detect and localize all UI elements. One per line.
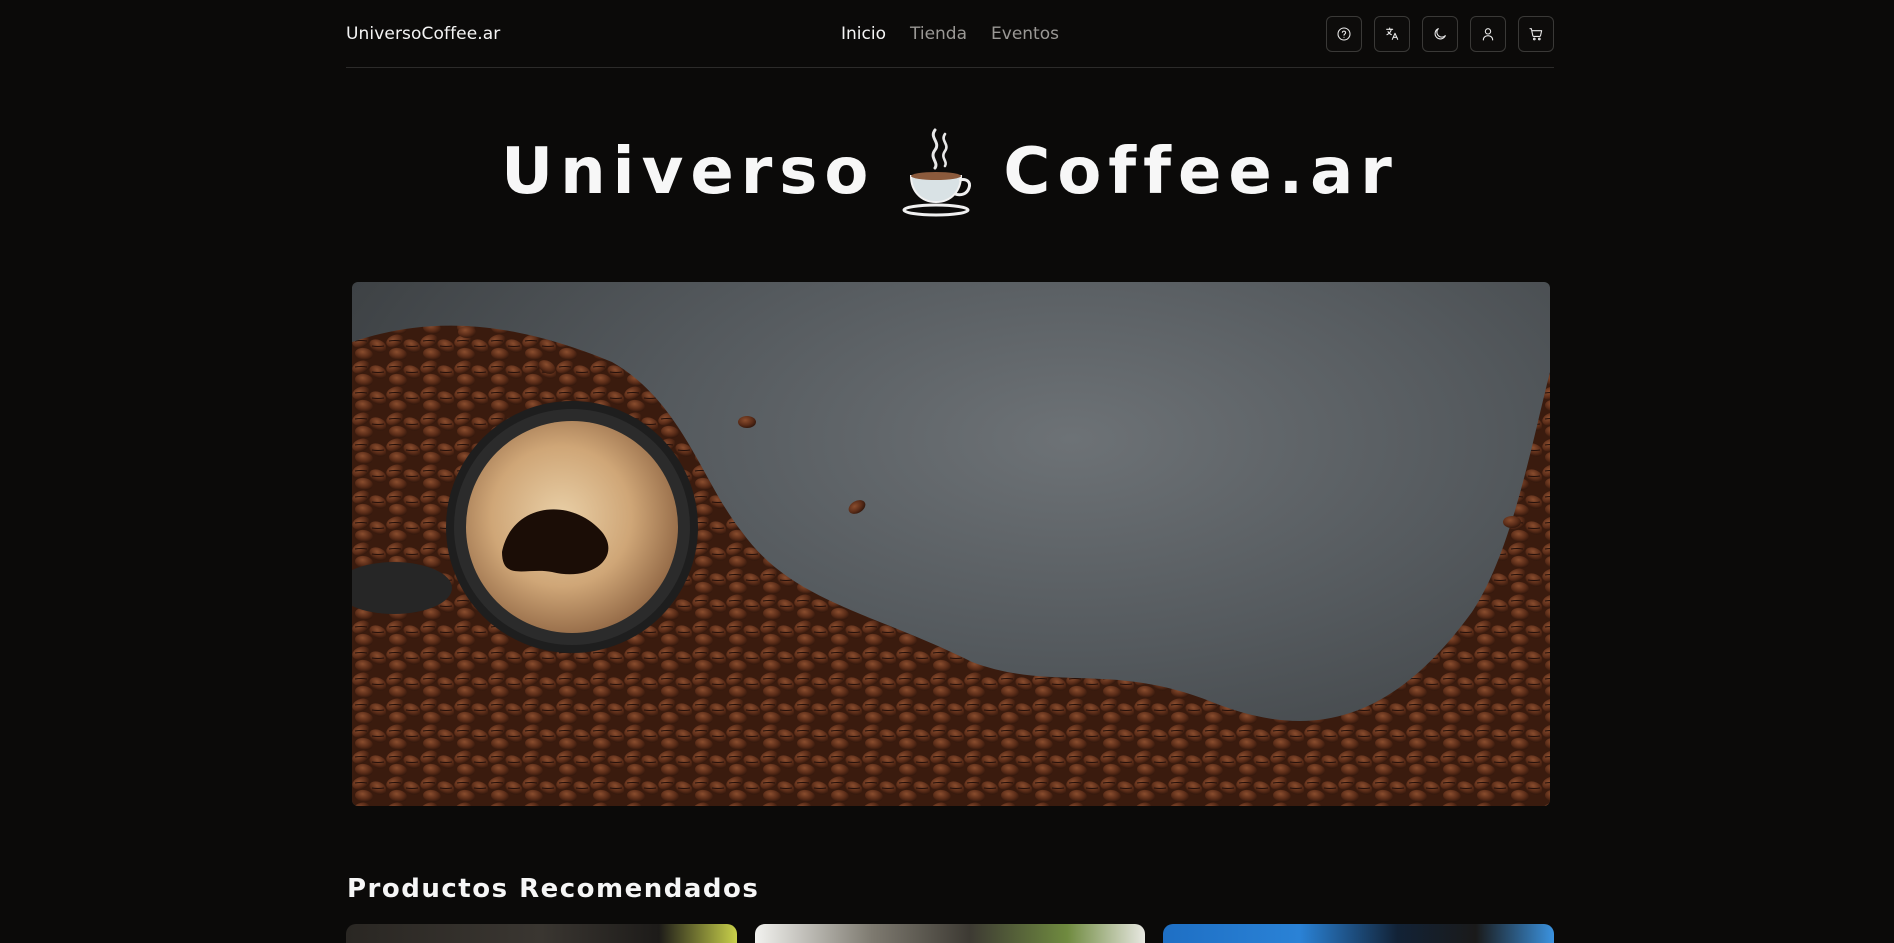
hero-title-left: Universo — [501, 135, 876, 209]
brand-logo[interactable]: UniversoCoffee.ar — [346, 24, 500, 44]
cart-button[interactable] — [1518, 15, 1554, 52]
cart-icon — [1529, 27, 1543, 40]
header-actions — [1326, 15, 1554, 52]
page-container: UniversoCoffee.ar Inicio Tienda Eventos — [346, 0, 1555, 943]
help-icon — [1337, 26, 1351, 41]
main-nav: Inicio Tienda Eventos — [841, 0, 1059, 68]
product-card[interactable] — [754, 924, 1146, 943]
product-cards — [346, 924, 1555, 943]
nav-eventos[interactable]: Eventos — [991, 24, 1059, 44]
product-card[interactable] — [346, 924, 737, 943]
section-title-recommended: Productos Recomendados — [347, 874, 760, 904]
translate-icon — [1386, 26, 1399, 40]
help-button[interactable] — [1326, 15, 1362, 52]
theme-toggle-button[interactable] — [1422, 15, 1458, 52]
account-button[interactable] — [1470, 15, 1506, 52]
user-icon — [1482, 27, 1494, 41]
site-header: UniversoCoffee.ar Inicio Tienda Eventos — [346, 0, 1554, 68]
nav-tienda[interactable]: Tienda — [910, 24, 967, 44]
nav-inicio[interactable]: Inicio — [841, 24, 886, 44]
product-card[interactable] — [1163, 924, 1555, 943]
language-button[interactable] — [1374, 15, 1410, 52]
hero-title-right: Coffee.ar — [1003, 135, 1399, 209]
moon-icon — [1434, 27, 1446, 39]
hero-title: Universo Coffee.ar — [346, 124, 1554, 220]
coffee-cup-and-beans-photo — [352, 325, 1550, 806]
hero-banner-image — [352, 282, 1550, 806]
coffee-cup-icon — [901, 124, 977, 220]
